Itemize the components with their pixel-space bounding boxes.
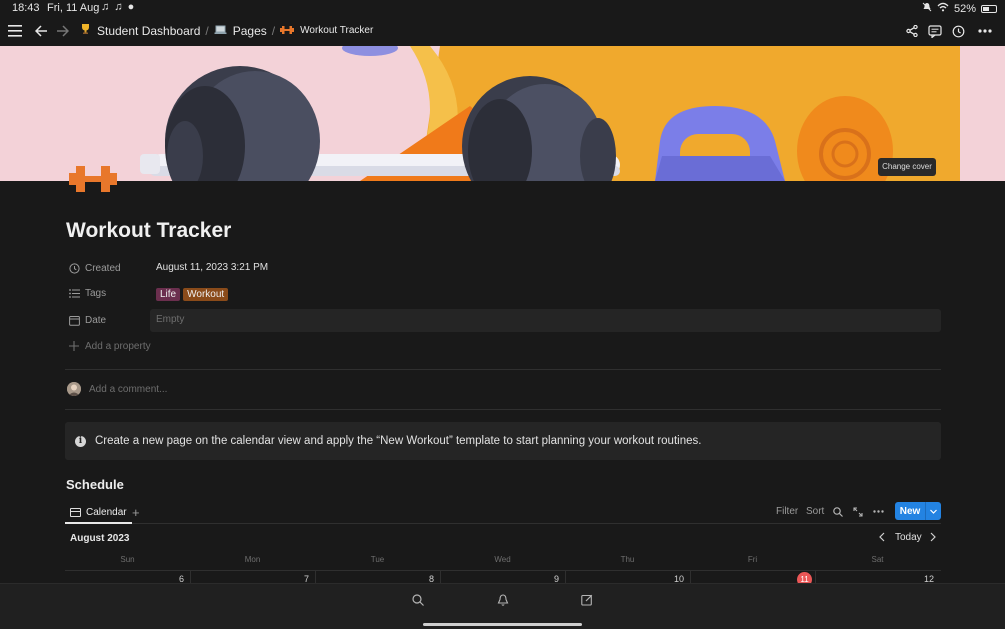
property-tags-value[interactable]: Life Workout [156,288,231,301]
menu-icon[interactable] [5,21,25,41]
breadcrumb-workout-tracker[interactable]: Workout Tracker [300,25,373,36]
new-button[interactable]: New [895,502,941,520]
laptop-icon [214,24,227,38]
add-view-icon[interactable]: + [132,505,140,520]
forward-arrow-icon[interactable] [52,21,72,41]
weekday-header: Sun Mon Tue Wed Thu Fri Sat [65,555,941,565]
change-cover-button[interactable]: Change cover [878,158,936,176]
date-empty-text: Empty [156,314,185,325]
property-date[interactable]: Date [68,310,106,330]
calendar-month: August 2023 [70,533,130,544]
divider [65,369,941,370]
expand-icon[interactable] [853,502,863,521]
comments-icon[interactable] [925,21,945,41]
battery-icon [981,4,997,13]
chevron-left-icon[interactable] [878,532,886,545]
tab-calendar-label: Calendar [86,507,127,518]
more-icon[interactable] [873,502,884,521]
clock-icon [68,262,80,274]
chevron-right-icon[interactable] [929,532,937,545]
avatar [67,382,81,396]
breadcrumb-pages[interactable]: Pages [233,24,267,38]
property-date-value[interactable]: Empty [150,309,941,332]
comment-placeholder: Add a comment... [89,383,168,395]
filter-button[interactable]: Filter [776,502,798,521]
weekday-label: Wed [494,555,511,564]
property-created-label: Created [85,262,121,274]
callout-text: Create a new page on the calendar view a… [95,435,702,447]
add-property-label: Add a property [85,340,151,352]
weekday-label: Tue [370,555,385,564]
calendar-week-row: 6 7 8 9 10 11 12 [65,570,941,587]
wifi-icon [937,2,949,15]
property-tags-label: Tags [85,287,107,299]
info-icon: i [75,435,86,447]
status-time: 18:43 [12,2,40,14]
property-tags[interactable]: Tags [68,283,106,303]
divider [65,409,941,410]
gym-equipment-illustration [140,46,960,181]
bell-icon[interactable] [495,592,511,608]
callout-block[interactable]: i Create a new page on the calendar view… [65,422,941,460]
weekday-label: Mon [244,555,261,564]
cover-image[interactable] [0,46,1005,181]
list-icon [68,287,80,299]
weekday-label: Sun [120,555,135,564]
new-button-label: New [899,505,921,517]
schedule-heading[interactable]: Schedule [66,477,124,492]
dumbbell-icon [280,24,295,38]
back-arrow-icon[interactable] [31,21,51,41]
chevron-down-icon[interactable] [925,502,941,520]
history-icon[interactable] [948,21,968,41]
top-navigation: Student Dashboard / Pages / Workout Trac… [0,16,1005,46]
breadcrumb: Student Dashboard / Pages / Workout Trac… [80,23,373,38]
weekday-label: Fri [747,555,758,564]
today-button[interactable]: Today [895,532,922,543]
plus-icon [68,340,80,352]
page-title[interactable]: Workout Tracker [66,219,231,243]
mute-icon [922,2,932,15]
page-dumbbell-icon[interactable] [69,164,117,199]
property-created[interactable]: Created [68,258,121,278]
weekday-label: Thu [620,555,635,564]
breadcrumb-separator: / [205,23,209,38]
breadcrumb-separator: / [271,23,276,38]
tab-calendar[interactable]: Calendar [65,503,132,524]
status-right: 52% [922,2,997,15]
tag-life[interactable]: Life [156,288,181,301]
status-bar: 18:43 Fri, 11 Aug ♫ ♫ ● 52% [0,0,1005,16]
tag-workout[interactable]: Workout [183,288,229,301]
battery-percent: 52% [953,2,976,15]
share-icon[interactable] [902,21,922,41]
weekday-label: Sat [871,555,884,564]
add-property-button[interactable]: Add a property [68,336,151,356]
comment-input[interactable]: Add a comment... [67,382,167,396]
search-icon[interactable] [410,592,426,608]
status-date: Fri, 11 Aug [47,2,100,14]
property-created-value: August 11, 2023 3:21 PM [156,262,269,273]
sort-button[interactable]: Sort [806,502,824,521]
calendar-view-icon [70,508,81,517]
compose-icon[interactable] [579,592,595,608]
notification-icons: ♫ ♫ ● [101,1,136,13]
search-icon[interactable] [833,502,843,521]
property-date-label: Date [85,314,107,326]
trophy-icon [80,23,91,38]
more-options-icon[interactable] [975,21,995,41]
calendar-icon [68,314,80,326]
home-indicator[interactable] [423,623,582,626]
breadcrumb-student-dashboard[interactable]: Student Dashboard [97,24,200,38]
